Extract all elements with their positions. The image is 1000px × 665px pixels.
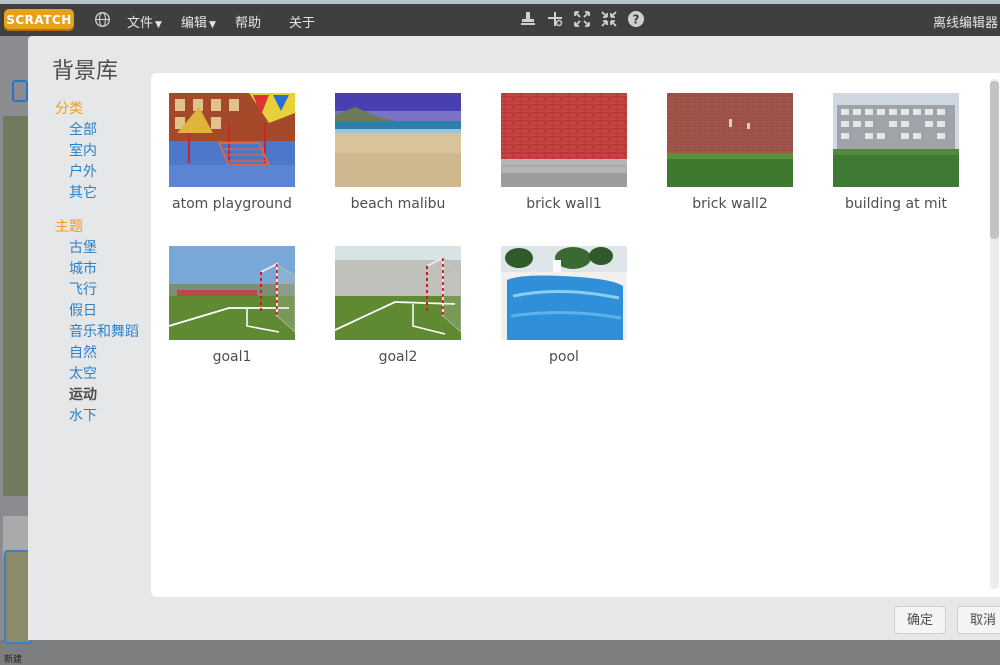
soccer-goal-thumbnail-icon: [169, 246, 295, 340]
backdrop-card-brick-wall2[interactable]: brick wall2: [667, 93, 795, 217]
brick-wall-thumbnail-icon: [501, 93, 627, 187]
backdrop-label: building at mit: [844, 196, 948, 212]
backdrop-card-beach-malibu[interactable]: beach malibu: [335, 93, 463, 217]
new-backdrop-label: 新建: [4, 655, 23, 665]
scrollbar-thumb[interactable]: [990, 81, 999, 239]
theme-castle[interactable]: 古堡: [69, 238, 152, 259]
library-sidebar: 分类 全部 室内 户外 其它 主题 古堡 城市 飞行 假日 音乐和舞蹈 自然 太…: [52, 98, 152, 427]
soccer-goal-thumbnail-icon: [335, 246, 461, 340]
grid-scrollbar[interactable]: [990, 79, 999, 589]
backdrop-card-goal2[interactable]: goal2: [335, 246, 463, 370]
building-thumbnail-icon: [833, 93, 959, 187]
backdrop-grid-panel: atom playground beach malibu brick wall1…: [151, 73, 1000, 597]
shrink-icon[interactable]: [600, 10, 618, 28]
backdrop-library-dialog: 背景库 分类 全部 室内 户外 其它 主题 古堡 城市 飞行 假日 音乐和舞蹈 …: [28, 36, 1000, 640]
globe-icon[interactable]: [94, 11, 111, 28]
theme-flying[interactable]: 飞行: [69, 280, 152, 301]
backdrop-label: brick wall2: [692, 196, 768, 212]
menu-about[interactable]: 关于: [289, 12, 315, 31]
chevron-down-icon: ▼: [155, 20, 162, 30]
backdrop-label: brick wall1: [526, 196, 602, 212]
backdrop-label: beach malibu: [350, 196, 446, 212]
cancel-button[interactable]: 取消: [957, 606, 1000, 634]
chevron-down-icon: ▼: [209, 20, 216, 30]
backdrop-label: atom playground: [172, 196, 292, 212]
category-all[interactable]: 全部: [69, 120, 152, 141]
backdrop-label: pool: [549, 349, 579, 365]
menu-edit[interactable]: 编辑 ▼: [181, 12, 216, 31]
theme-holiday[interactable]: 假日: [69, 301, 152, 322]
stage-preview: [3, 116, 30, 496]
duplicate-stamp-icon[interactable]: [519, 10, 537, 28]
category-outdoors[interactable]: 户外: [69, 162, 152, 183]
pool-thumbnail-icon: [501, 246, 627, 340]
theme-nature[interactable]: 自然: [69, 343, 152, 364]
editor-background: 新建: [0, 36, 32, 665]
menu-help[interactable]: 帮助: [235, 12, 261, 31]
backdrop-label: goal1: [212, 349, 252, 365]
fullscreen-icon: [12, 80, 28, 102]
theme-city[interactable]: 城市: [69, 259, 152, 280]
backdrop-label: goal2: [378, 349, 418, 365]
dialog-title: 背景库: [52, 59, 119, 84]
brick-wall-grass-thumbnail-icon: [667, 93, 793, 187]
theme-space[interactable]: 太空: [69, 364, 152, 385]
ok-button[interactable]: 确定: [894, 606, 946, 634]
scratch-logo[interactable]: SCRATCH: [4, 9, 74, 31]
menu-edit-label: 编辑: [181, 16, 208, 31]
theme-sports[interactable]: 运动: [69, 385, 152, 406]
menu-file[interactable]: 文件 ▼: [127, 12, 162, 31]
category-other[interactable]: 其它: [69, 183, 152, 204]
backdrop-card-atom-playground[interactable]: atom playground: [169, 93, 297, 217]
backdrop-card-brick-wall1[interactable]: brick wall1: [501, 93, 629, 217]
offline-editor-label: 离线编辑器: [933, 16, 999, 31]
help-question-icon[interactable]: ?: [627, 10, 645, 28]
theme-underwater[interactable]: 水下: [69, 406, 152, 427]
category-indoors[interactable]: 室内: [69, 141, 152, 162]
playground-thumbnail-icon: [169, 93, 295, 187]
theme-music-dance[interactable]: 音乐和舞蹈: [69, 322, 152, 343]
svg-text:?: ?: [633, 13, 640, 27]
menu-bar: SCRATCH 文件 ▼ 编辑 ▼ 帮助 关于 ? 离线编辑器: [0, 4, 1000, 36]
delete-scissors-icon[interactable]: [546, 10, 564, 28]
theme-heading: 主题: [55, 219, 83, 235]
backdrop-card-pool[interactable]: pool: [501, 246, 629, 370]
grow-icon[interactable]: [573, 10, 591, 28]
beach-thumbnail-icon: [335, 93, 461, 187]
backdrop-card-goal1[interactable]: goal1: [169, 246, 297, 370]
backdrop-card-building-at-mit[interactable]: building at mit: [833, 93, 961, 217]
menu-file-label: 文件: [127, 16, 154, 31]
category-heading: 分类: [55, 101, 83, 117]
